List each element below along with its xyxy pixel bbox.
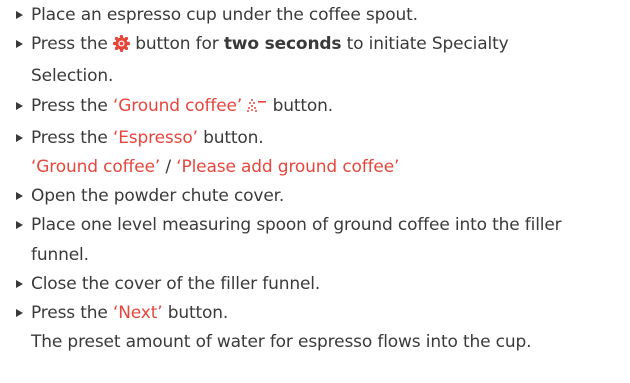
- bullet-icon: [16, 270, 25, 299]
- step-text-pre: Press the: [31, 127, 113, 148]
- bullet-icon: [16, 182, 25, 211]
- step-place-cup: Place an espresso cup under the coffee s…: [0, 1, 630, 30]
- step-press-espresso: Press the ‘Espresso’ button.: [0, 124, 630, 153]
- step-text-post: to initiate Specialty: [341, 34, 509, 55]
- bullet-icon: [16, 299, 25, 328]
- step-text-mid: button for: [129, 34, 224, 55]
- result-text: The preset amount of water for espresso …: [31, 332, 532, 353]
- bullet-icon: [16, 92, 25, 121]
- step-text-pre: Press the: [31, 95, 113, 116]
- step-text-continuation: Selection.: [31, 66, 114, 87]
- step-text: Open the powder chute cover.: [31, 186, 285, 207]
- step-text: Place an espresso cup under the coffee s…: [31, 5, 418, 25]
- bullet-icon: [16, 30, 25, 59]
- step-text-post: button.: [267, 95, 334, 116]
- ground-coffee-icon: [247, 95, 267, 124]
- step-text: Place one level measuring spoon of groun…: [31, 215, 562, 236]
- espresso-display-message: ‘Ground coffee’ / ‘Please add ground cof…: [0, 153, 630, 182]
- step-text-post: button.: [162, 303, 229, 324]
- step-press-ground-coffee: Press the ‘Ground coffee’ button.: [0, 92, 630, 124]
- instruction-list: Place an espresso cup under the coffee s…: [0, 0, 630, 357]
- display-add-coffee: ‘Please add ground coffee’: [176, 157, 400, 178]
- step-press-specialty: Press the button for two seconds to init…: [0, 30, 630, 91]
- espresso-label: ‘Espresso’: [112, 127, 198, 148]
- ground-coffee-label: ‘Ground coffee’: [112, 95, 243, 116]
- step-text-post: button.: [197, 127, 264, 148]
- display-ground-coffee: ‘Ground coffee’: [31, 157, 161, 178]
- specialty-gear-icon: [112, 33, 131, 62]
- display-separator: /: [160, 157, 177, 178]
- bullet-icon: [16, 211, 25, 240]
- next-label: ‘Next’: [112, 303, 163, 324]
- step-open-chute: Open the powder chute cover.: [0, 182, 630, 211]
- step-text-continuation: funnel.: [31, 244, 89, 265]
- step-close-cover: Close the cover of the filler funnel.: [0, 270, 630, 299]
- step-add-spoon: Place one level measuring spoon of groun…: [0, 211, 630, 269]
- step-text: Close the cover of the filler funnel.: [31, 273, 321, 294]
- bullet-icon: [16, 124, 25, 153]
- step-emphasis: two seconds: [223, 34, 342, 55]
- step-text-pre: Press the: [31, 34, 113, 55]
- step-text-pre: Press the: [31, 303, 113, 324]
- bullet-icon: [16, 1, 25, 30]
- step-press-next: Press the ‘Next’ button.: [0, 299, 630, 328]
